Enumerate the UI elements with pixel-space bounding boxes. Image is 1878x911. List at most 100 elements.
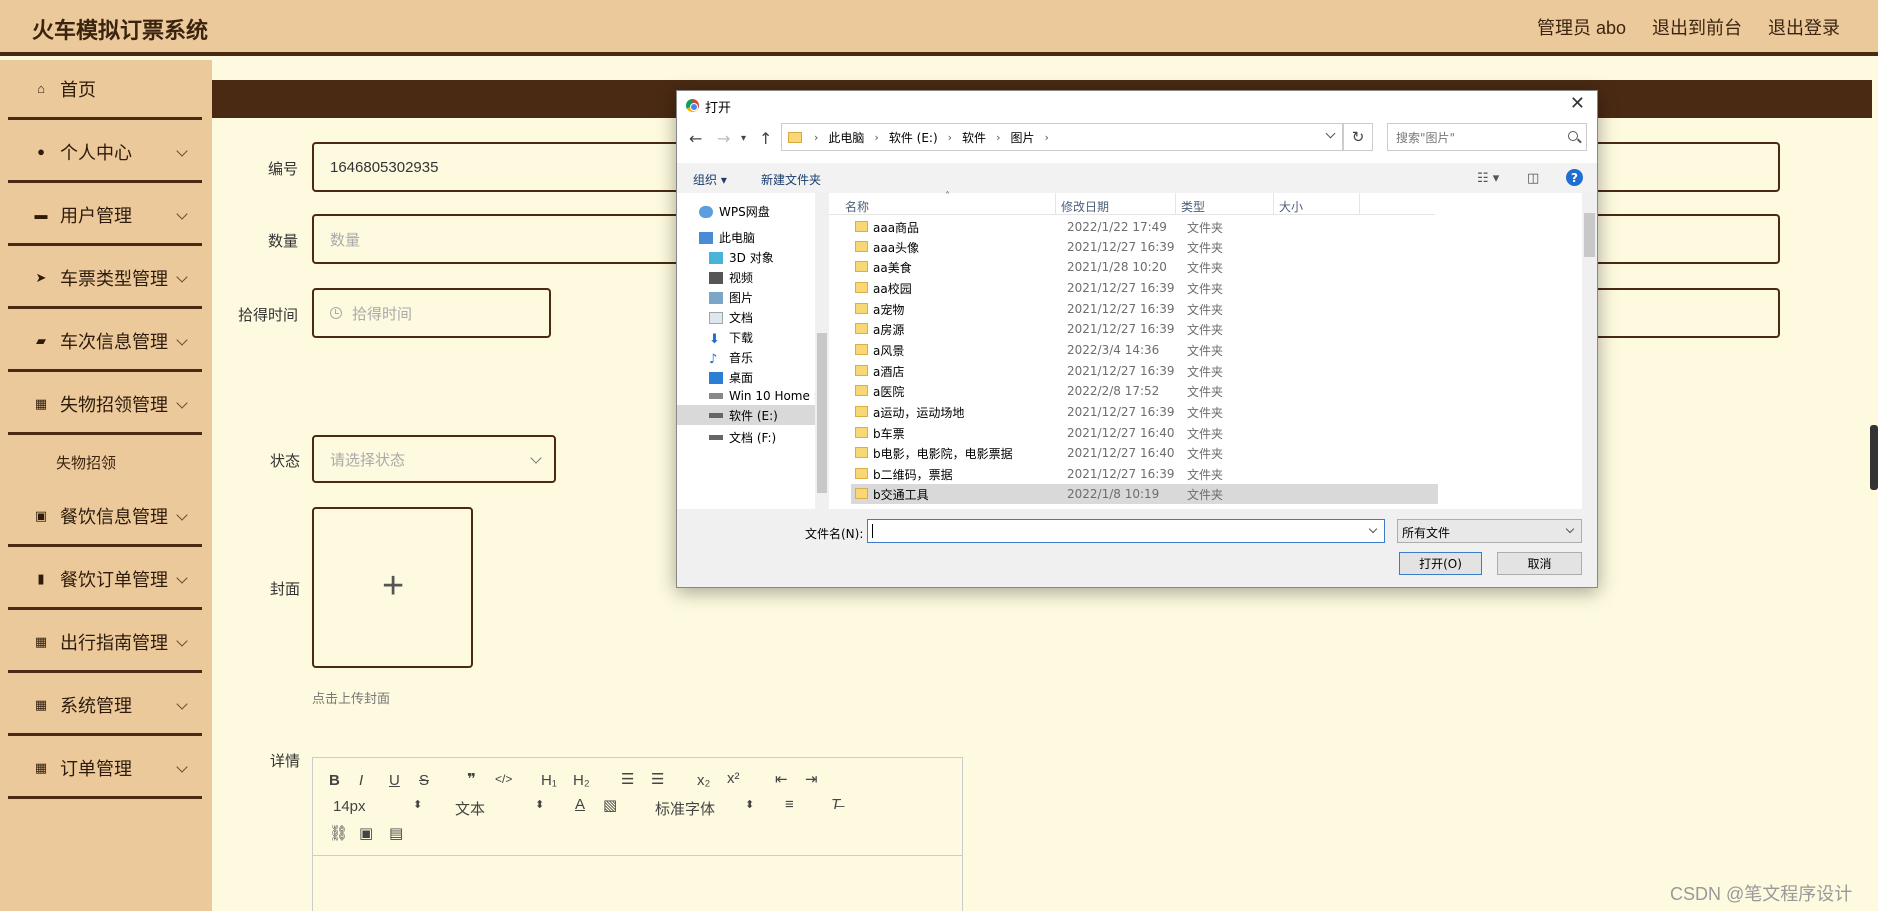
chevron-down-icon[interactable] xyxy=(1325,128,1336,139)
up-arrow-icon[interactable]: ↑ xyxy=(759,129,772,148)
file-list-scrollbar[interactable] xyxy=(1582,193,1597,509)
file-row-selected[interactable]: b交通工具 2022/1/8 10:19 文件夹 xyxy=(851,484,1438,504)
tree-item-downloads[interactable]: ⬇ 下载 xyxy=(709,329,753,347)
cancel-button[interactable]: 取消 xyxy=(1497,552,1582,575)
sidebar-item-train-info[interactable]: ▰ 车次信息管理 xyxy=(8,312,202,372)
tree-item-pictures[interactable]: 图片 xyxy=(709,289,753,306)
tree-item-documents[interactable]: 文档 xyxy=(709,309,753,326)
sidebar-item-personal[interactable]: ● 个人中心 xyxy=(8,123,202,183)
column-type[interactable]: 类型 xyxy=(1181,198,1205,215)
file-row[interactable]: aa美食 2021/1/28 10:20 文件夹 xyxy=(851,257,1438,277)
forward-arrow-icon[interactable]: → xyxy=(717,129,730,148)
back-arrow-icon[interactable]: ← xyxy=(689,129,702,148)
tree-item-wps[interactable]: WPS网盘 xyxy=(699,203,770,220)
sidebar-item-orders[interactable]: ▦ 订单管理 xyxy=(8,739,202,799)
clear-format-icon[interactable]: T̶ xyxy=(831,796,840,813)
to-frontend-link[interactable]: 退出到前台 xyxy=(1652,14,1742,40)
tree-item-drive-f[interactable]: 文档 (F:) xyxy=(709,429,776,446)
link-icon[interactable]: ⛓ xyxy=(329,824,348,842)
status-select[interactable]: 请选择状态 xyxy=(312,435,556,483)
tree-scrollbar[interactable] xyxy=(815,193,829,509)
scrollbar-thumb[interactable] xyxy=(817,333,827,493)
address-bar[interactable]: › 此电脑 › 软件 (E:) › 软件 › 图片 › xyxy=(781,123,1343,151)
chevron-down-icon[interactable]: ▾ xyxy=(741,133,746,144)
file-row[interactable]: b车票 2021/12/27 16:40 文件夹 xyxy=(851,423,1438,443)
font-color-icon[interactable]: A xyxy=(575,796,585,813)
new-folder-button[interactable]: 新建文件夹 xyxy=(761,171,821,188)
path-segment[interactable]: 软件 xyxy=(962,129,986,146)
path-segment[interactable]: 软件 (E:) xyxy=(889,129,938,146)
subscript-icon[interactable]: x₂ xyxy=(697,772,710,789)
file-row[interactable]: aa校园 2021/12/27 16:39 文件夹 xyxy=(851,278,1438,298)
column-date[interactable]: 修改日期 xyxy=(1061,198,1109,215)
path-segment[interactable]: 图片 xyxy=(1010,129,1034,146)
font-size-select[interactable]: 14px xyxy=(333,798,366,815)
block-type-select[interactable]: 文本 xyxy=(455,798,485,819)
scrollbar-thumb[interactable] xyxy=(1584,213,1595,257)
background-color-icon[interactable]: ▧ xyxy=(603,796,617,814)
sidebar-item-system[interactable]: ▦ 系统管理 xyxy=(8,676,202,736)
indent-icon[interactable]: ⇥ xyxy=(805,770,818,788)
strikethrough-icon[interactable]: S xyxy=(419,772,429,789)
file-row[interactable]: b电影，电影院，电影票据 2021/12/27 16:40 文件夹 xyxy=(851,443,1438,463)
align-icon[interactable]: ≡ xyxy=(785,796,794,813)
file-row[interactable]: a房源 2021/12/27 16:39 文件夹 xyxy=(851,319,1438,339)
sidebar-item-food-info[interactable]: ▣ 餐饮信息管理 xyxy=(8,487,202,547)
sidebar-item-travel-guide[interactable]: ▦ 出行指南管理 xyxy=(8,613,202,673)
tree-item-3d[interactable]: 3D 对象 xyxy=(709,249,774,266)
superscript-icon[interactable]: x² xyxy=(727,770,740,787)
heading2-icon[interactable]: H₂ xyxy=(573,772,590,789)
organize-button[interactable]: 组织 ▾ xyxy=(693,171,727,188)
file-row[interactable]: b二维码，票据 2021/12/27 16:39 文件夹 xyxy=(851,464,1438,484)
filename-input[interactable] xyxy=(867,519,1385,543)
help-icon[interactable]: ? xyxy=(1566,169,1583,186)
chevron-down-icon[interactable] xyxy=(1368,524,1378,534)
close-icon[interactable]: ✕ xyxy=(1570,93,1585,114)
file-row[interactable]: a运动，运动场地 2021/12/27 16:39 文件夹 xyxy=(851,402,1438,422)
search-input[interactable]: 搜索"图片" xyxy=(1387,123,1587,151)
sidebar-item-ticket-types[interactable]: ➤ 车票类型管理 xyxy=(8,249,202,309)
sidebar-item-home[interactable]: ⌂ 首页 xyxy=(8,60,202,120)
view-options-icon[interactable]: ☷ ▾ xyxy=(1477,171,1499,186)
tree-item-music[interactable]: ♪ 音乐 xyxy=(709,349,753,367)
preview-pane-icon[interactable]: ◫ xyxy=(1527,171,1539,186)
font-family-select[interactable]: 标准字体 xyxy=(655,798,715,819)
sidebar-item-users[interactable]: ▬ 用户管理 xyxy=(8,186,202,246)
outdent-icon[interactable]: ⇤ xyxy=(775,770,788,788)
sidebar-item-food-orders[interactable]: ▮ 餐饮订单管理 xyxy=(8,550,202,610)
file-row[interactable]: a宠物 2021/12/27 16:39 文件夹 xyxy=(851,299,1438,319)
cover-upload[interactable]: + xyxy=(312,507,473,668)
path-segment[interactable]: 此电脑 xyxy=(828,129,864,146)
ordered-list-icon[interactable]: ☰ xyxy=(621,770,634,788)
file-row[interactable]: a风景 2022/3/4 14:36 文件夹 xyxy=(851,340,1438,360)
open-button[interactable]: 打开(O) xyxy=(1399,552,1482,575)
filetype-select[interactable]: 所有文件 xyxy=(1397,519,1582,543)
file-row[interactable]: aaa商品 2022/1/22 17:49 文件夹 xyxy=(851,217,1438,237)
sidebar-item-lost-found[interactable]: ▦ 失物招领管理 xyxy=(8,375,202,435)
video-icon[interactable]: ▤ xyxy=(389,824,403,842)
found-time-picker[interactable]: 拾得时间 xyxy=(312,288,551,338)
tree-item-desktop[interactable]: 桌面 xyxy=(709,369,753,386)
tree-item-this-pc[interactable]: 此电脑 xyxy=(699,229,755,246)
quote-icon[interactable]: ❞ xyxy=(467,770,476,788)
sidebar-subitem-lost-found[interactable]: 失物招领 xyxy=(56,452,116,473)
file-row[interactable]: aaa头像 2021/12/27 16:39 文件夹 xyxy=(851,237,1438,257)
logout-link[interactable]: 退出登录 xyxy=(1768,14,1840,40)
code-icon[interactable]: </> xyxy=(495,772,512,786)
underline-icon[interactable]: U xyxy=(389,772,400,789)
file-row[interactable]: a医院 2022/2/8 17:52 文件夹 xyxy=(851,381,1438,401)
rich-text-editor[interactable]: B I U S ❞ </> H₁ H₂ ☰ ☰ x₂ x² ⇤ ⇥ 14px ⬍… xyxy=(312,757,963,911)
italic-icon[interactable]: I xyxy=(359,772,363,789)
column-name[interactable]: 名称 xyxy=(845,198,869,215)
column-size[interactable]: 大小 xyxy=(1279,198,1303,215)
refresh-button[interactable]: ↻ xyxy=(1343,123,1373,151)
bullet-list-icon[interactable]: ☰ xyxy=(651,770,664,788)
bold-icon[interactable]: B xyxy=(329,772,340,789)
tree-item-drive-e[interactable]: 软件 (E:) xyxy=(677,405,815,425)
tree-item-win10[interactable]: Win 10 Home › xyxy=(709,389,819,403)
tree-item-videos[interactable]: 视频 xyxy=(709,269,753,286)
image-icon[interactable]: ▣ xyxy=(359,824,373,842)
heading1-icon[interactable]: H₁ xyxy=(541,772,557,789)
page-scrollbar[interactable] xyxy=(1870,425,1878,490)
file-row[interactable]: a酒店 2021/12/27 16:39 文件夹 xyxy=(851,361,1438,381)
